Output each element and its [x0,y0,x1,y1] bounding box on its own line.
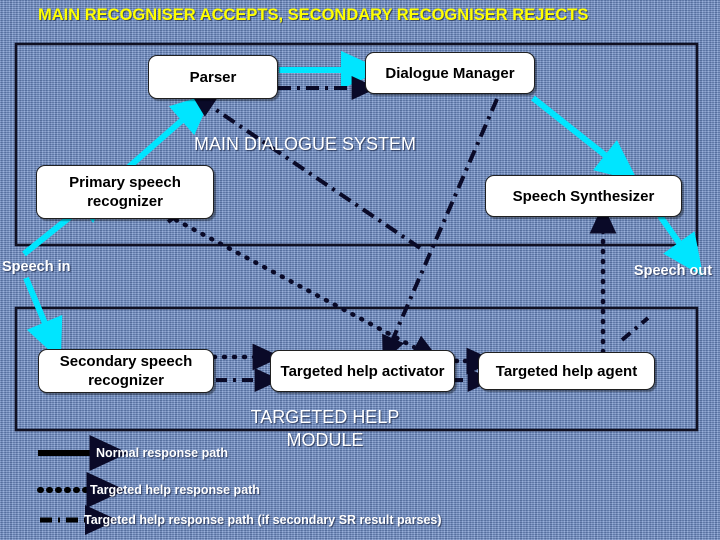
arrow-dialogue-manager-to-synthesizer [531,95,638,182]
legend-item-targeted-help-response-path-parses: Targeted help response path (if secondar… [84,513,442,527]
node-targeted-help-agent[interactable]: Targeted help agent [478,352,655,390]
label-speech-out: Speech out [633,263,713,279]
slide-title: MAIN RECOGNISER ACCEPTS, SECONDARY RECOG… [38,6,589,24]
arrow-primary-sr-to-help-activator-dotted [173,217,441,362]
arrow-primary-sr-to-parser-dashdot [190,92,422,250]
node-speech-synthesizer[interactable]: Speech Synthesizer [485,175,682,217]
group-label-main-dialogue-system: MAIN DIALOGUE SYSTEM [193,134,417,154]
node-dialogue-manager[interactable]: Dialogue Manager [365,52,535,94]
slide-canvas: MAIN RECOGNISER ACCEPTS, SECONDARY RECOG… [0,0,720,540]
label-speech-in: Speech in [2,259,71,275]
node-secondary-speech-recognizer[interactable]: Secondary speech recognizer [38,349,214,393]
arrow-help-agent-to-dialogue-manager-dashdot [620,316,650,342]
arrow-primary-sr-to-parser [120,92,214,176]
node-primary-speech-recognizer[interactable]: Primary speech recognizer [36,165,214,219]
arrow-synthesizer-to-speechout [657,214,704,277]
node-targeted-help-activator[interactable]: Targeted help activator [270,350,455,392]
group-label-targeted-help-module: TARGETED HELP MODULE [250,407,400,450]
node-parser[interactable]: Parser [148,55,278,99]
legend-item-targeted-help-response-path: Targeted help response path [90,483,260,497]
arrow-speechin-to-secondary-sr [23,276,63,362]
legend-item-normal-response-path: Normal response path [96,446,228,460]
